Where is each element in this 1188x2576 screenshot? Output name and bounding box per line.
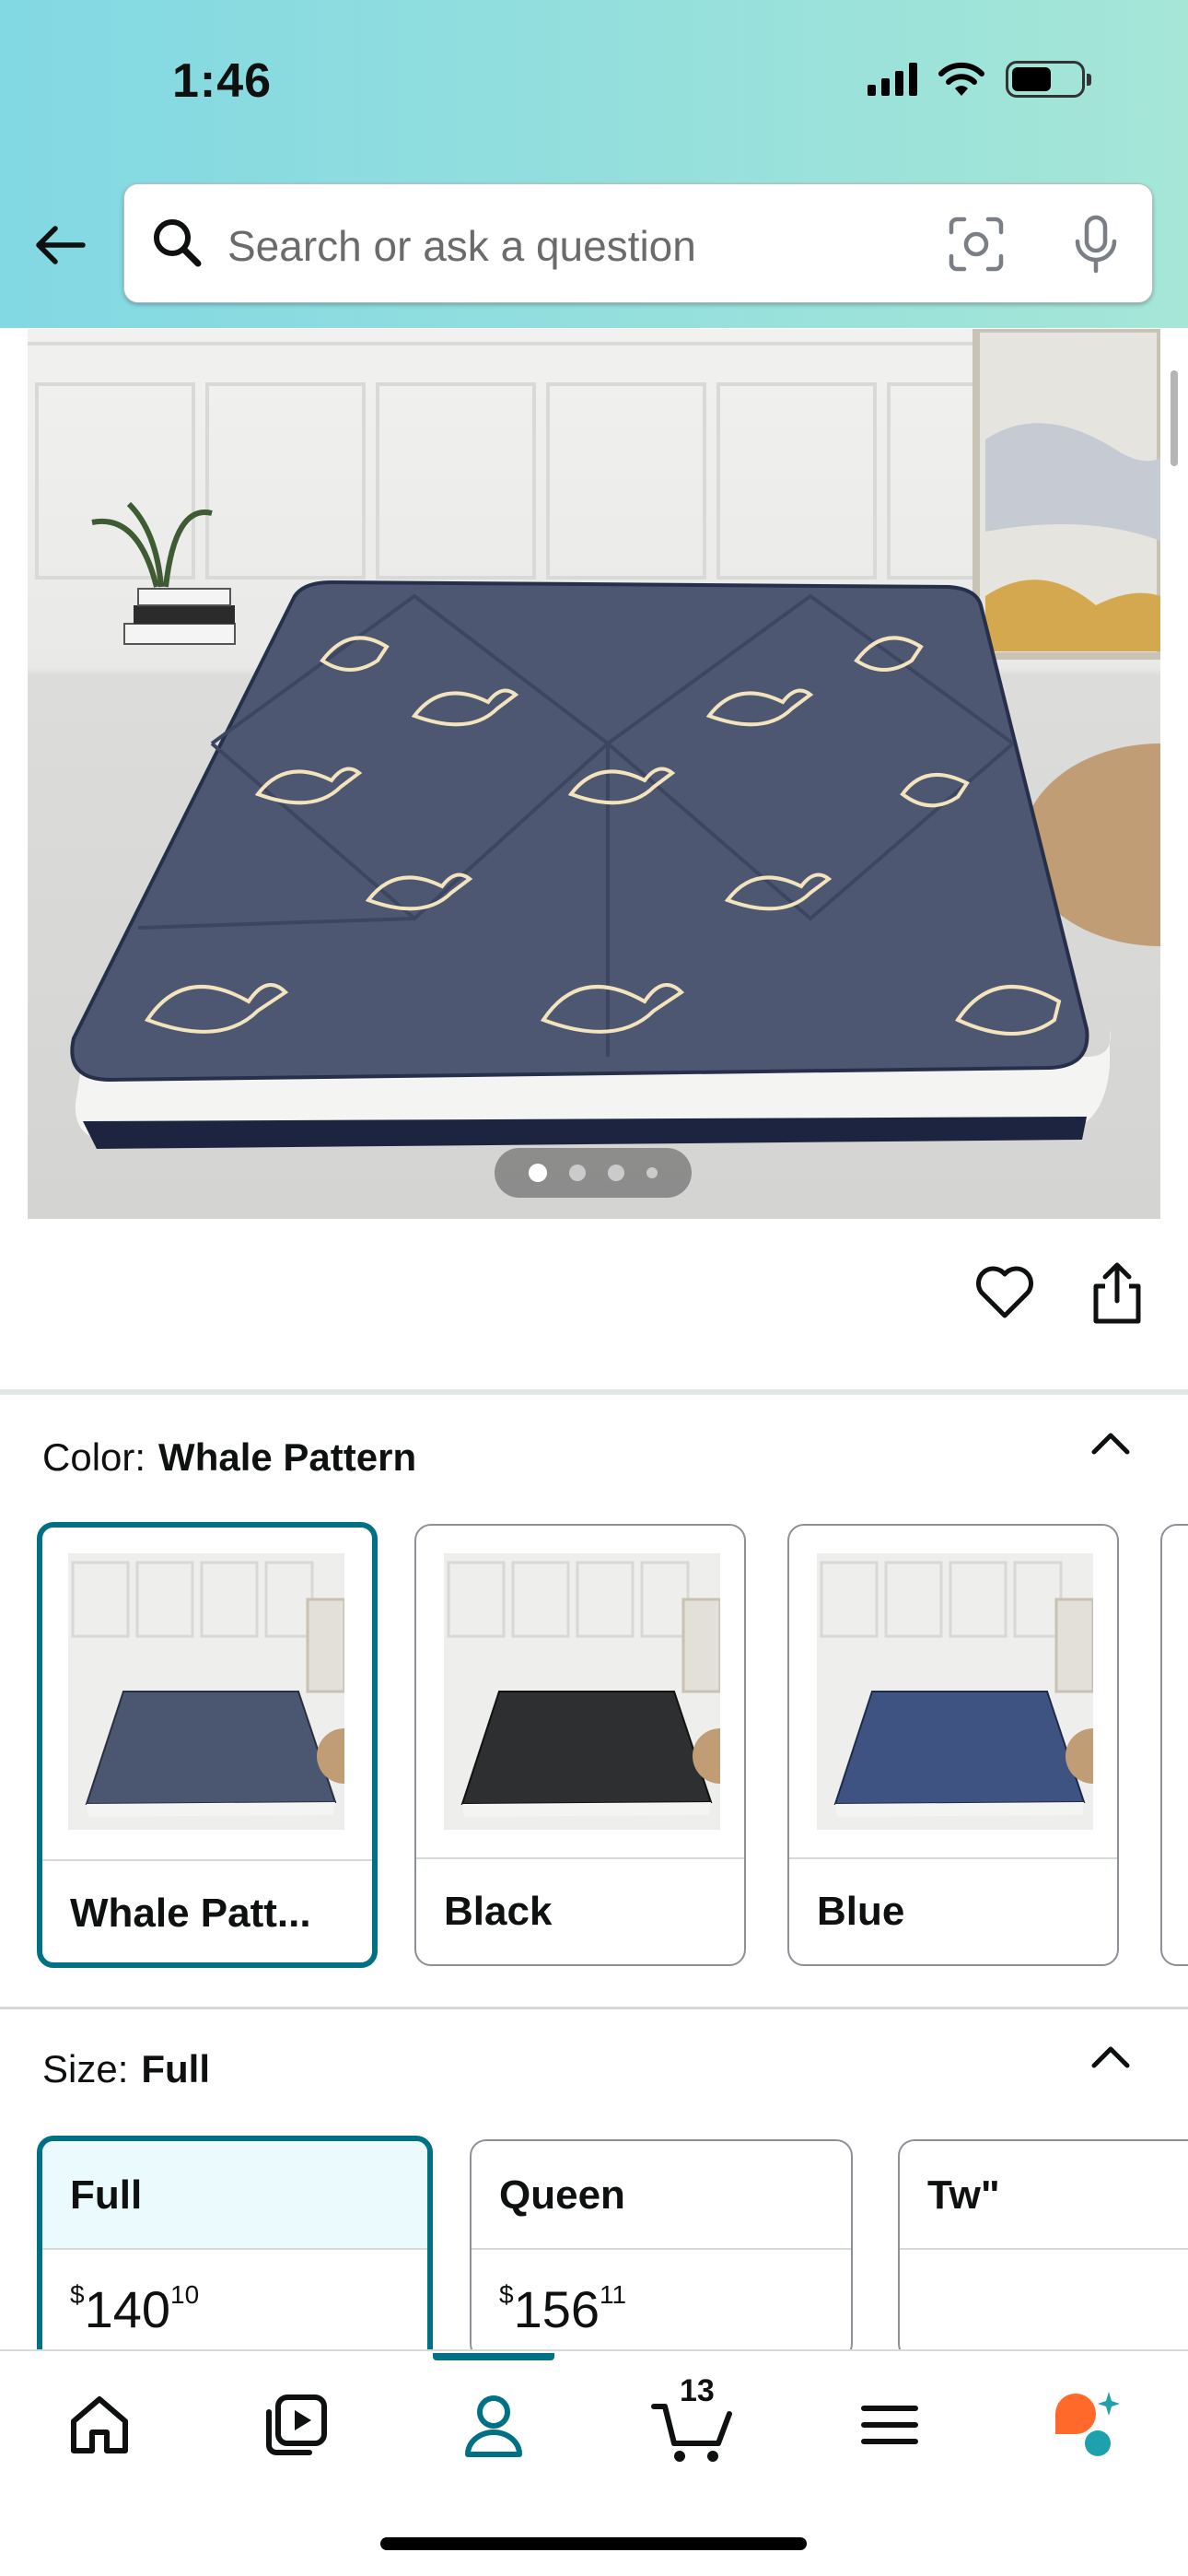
home-indicator[interactable] (380, 2537, 807, 2550)
size-option-name: Queen (499, 2172, 625, 2218)
carousel-dot[interactable] (646, 1167, 658, 1178)
assistant-icon[interactable] (1048, 2386, 1125, 2464)
cellular-signal-icon (868, 63, 917, 96)
battery-icon (1006, 61, 1091, 98)
color-option-whale-pattern[interactable]: Whale Patt... (37, 1522, 378, 1968)
chevron-up-icon[interactable] (1087, 2034, 1135, 2082)
size-option-name: Tw" (927, 2172, 1000, 2218)
search-input[interactable]: Search or ask a question (227, 221, 696, 271)
size-selected-value: Full (141, 2047, 211, 2090)
size-option-name: Full (70, 2172, 143, 2218)
color-option-label: Whale Patt... (70, 1891, 311, 1936)
menu-icon[interactable] (851, 2386, 928, 2464)
color-option-label: Black (444, 1889, 553, 1934)
status-icons (868, 61, 1091, 98)
camera-lens-icon[interactable] (944, 212, 1008, 276)
carousel-indicator[interactable] (495, 1148, 692, 1198)
share-icon[interactable] (1087, 1260, 1147, 1327)
color-label: Color: (42, 1435, 146, 1479)
color-selected-value: Whale Pattern (158, 1435, 417, 1479)
cart-count-badge: 13 (680, 2373, 715, 2408)
home-icon[interactable] (61, 2386, 138, 2464)
section-divider (0, 2007, 1188, 2009)
color-option-blue[interactable]: Blue (787, 1524, 1119, 1966)
video-icon[interactable] (258, 2386, 335, 2464)
size-option-queen[interactable]: Queen $15611 (470, 2139, 853, 2360)
search-icon (154, 219, 202, 267)
app-header: 1:46 Search or ask a question (0, 0, 1188, 328)
search-bar[interactable]: Search or ask a question (123, 183, 1153, 303)
carousel-dot[interactable] (569, 1165, 586, 1181)
color-option-more[interactable] (1160, 1524, 1188, 1966)
size-option-twin[interactable]: Tw" (898, 2139, 1188, 2360)
color-row: Color: Whale Pattern (42, 1435, 416, 1480)
color-option-black[interactable]: Black (414, 1524, 746, 1966)
chevron-up-icon[interactable] (1087, 1421, 1135, 1469)
mattress-shape (85, 1691, 337, 1806)
size-row: Size: Full (42, 2047, 210, 2091)
size-option-full[interactable]: Full $14010 (37, 2136, 433, 2375)
size-option-price: $15611 (499, 2280, 627, 2338)
scrollbar[interactable] (1171, 370, 1178, 466)
carousel-dot[interactable] (608, 1165, 624, 1181)
section-divider (0, 1389, 1188, 1395)
color-option-label: Blue (817, 1889, 905, 1934)
product-image[interactable] (28, 329, 1160, 1219)
carousel-dot[interactable] (529, 1164, 547, 1182)
heart-icon[interactable] (974, 1262, 1035, 1323)
color-thumbnail (817, 1553, 1093, 1830)
account-icon[interactable] (455, 2386, 532, 2464)
mattress-photo (28, 329, 1160, 1149)
color-thumbnail (68, 1553, 344, 1830)
color-thumbnail (444, 1553, 720, 1830)
size-label: Size: (42, 2047, 129, 2090)
active-tab-indicator (433, 2353, 554, 2360)
size-option-price: $14010 (70, 2280, 200, 2338)
back-arrow-icon[interactable] (29, 216, 88, 275)
wifi-icon (938, 62, 984, 96)
microphone-icon[interactable] (1064, 212, 1128, 276)
status-time: 1:46 (172, 54, 273, 108)
